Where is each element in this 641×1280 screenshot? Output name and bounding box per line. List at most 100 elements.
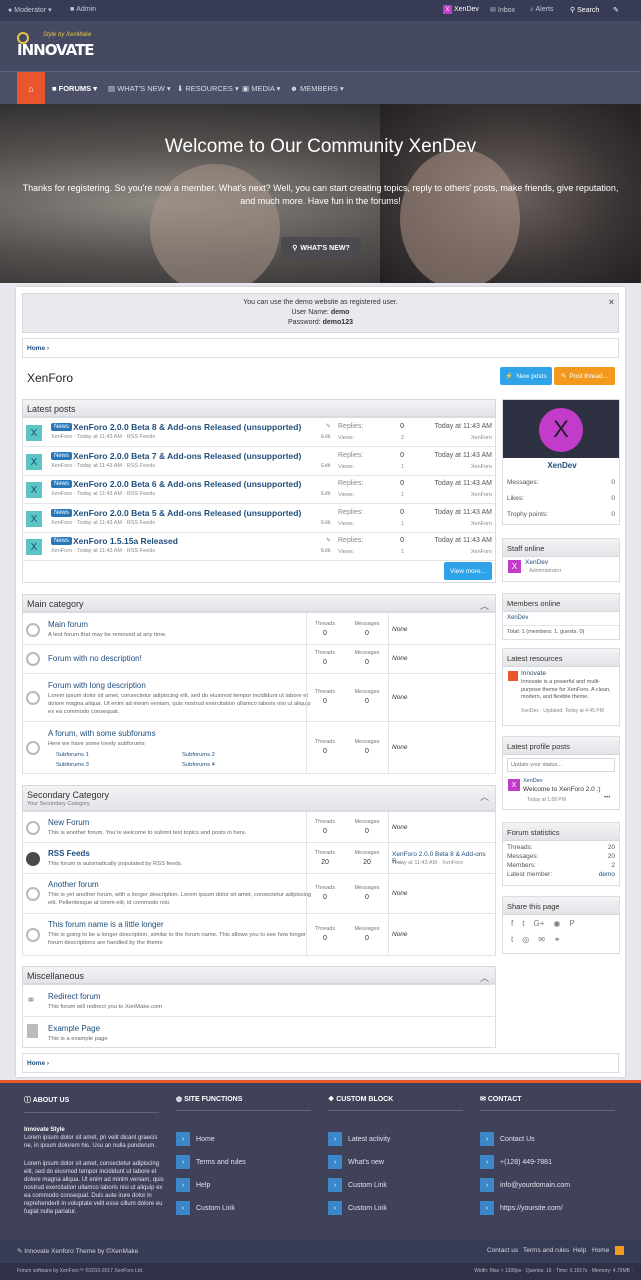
post-avatar[interactable]: X <box>26 482 42 498</box>
post-title[interactable]: XenForo 1.5.15a Released <box>73 536 178 546</box>
subforum-link[interactable]: Subforums 2 <box>182 752 215 758</box>
home-icon[interactable]: ⌂ <box>17 72 45 105</box>
footer-link[interactable]: › Custom Link <box>176 1201 235 1215</box>
latest-post-row[interactable]: X News XenForo 1.5.15a Released XenForo … <box>22 533 496 561</box>
subforum-link[interactable]: Subforums 3 <box>56 762 89 768</box>
post-title[interactable]: XenForo 2.0.0 Beta 5 & Add-ons Released … <box>73 508 301 518</box>
footer-link[interactable]: › Latest activity <box>328 1132 390 1146</box>
whats-new-button[interactable]: ⚲ WHAT'S NEW? <box>281 237 361 259</box>
edit-link[interactable]: Edit <box>321 463 330 469</box>
latest-post-row[interactable]: X News XenForo 2.0.0 Beta 8 & Add-ons Re… <box>22 419 496 447</box>
rss-icon[interactable] <box>615 1246 624 1255</box>
forum-name[interactable]: Main forum <box>48 620 88 629</box>
inbox-link[interactable]: ✉ Inbox <box>490 6 515 15</box>
latest-post-row[interactable]: X News XenForo 2.0.0 Beta 6 & Add-ons Re… <box>22 476 496 504</box>
forum-name[interactable]: Forum with no description! <box>48 654 142 663</box>
email-icon[interactable]: ✉ <box>538 935 545 944</box>
collapse-icon[interactable]: ︿ <box>480 790 489 803</box>
forum-row[interactable]: Forum with long description Lorem ipsum … <box>22 674 496 722</box>
post-avatar[interactable]: X <box>26 511 42 527</box>
user-menu[interactable]: X XenDev <box>443 5 479 14</box>
search-link[interactable]: ⚲ Search <box>570 6 599 15</box>
reddit-icon[interactable]: ◉ <box>553 919 560 928</box>
forum-row[interactable]: This forum name is a little longer This … <box>22 914 496 956</box>
main-category-header[interactable]: Main category ︿ <box>22 594 496 612</box>
footer-link[interactable]: › Custom Link <box>328 1178 387 1192</box>
post-thread-button[interactable]: ✎ Post thread... <box>554 367 615 385</box>
latest-post-row[interactable]: X News XenForo 2.0.0 Beta 5 & Add-ons Re… <box>22 505 496 533</box>
forum-row[interactable]: New Forum This is another forum. You're … <box>22 812 496 843</box>
profile-post-author[interactable]: XenDev <box>523 778 543 784</box>
online-member[interactable]: XenDev <box>507 615 528 621</box>
post-author[interactable]: XenForo <box>414 464 492 470</box>
footer-link[interactable]: › +(128) 449-7881 <box>480 1155 552 1169</box>
status-input[interactable] <box>507 758 615 772</box>
view-more-button[interactable]: View more... <box>444 562 492 580</box>
site-logo[interactable]: Style by XenMake INNOVATE <box>17 32 97 62</box>
forum-name[interactable]: This forum name is a little longer <box>48 920 164 929</box>
breadcrumb-home[interactable]: Home <box>27 345 45 352</box>
subforum-link[interactable]: Subforums 1 <box>56 752 89 758</box>
collapse-icon[interactable]: ︿ <box>480 599 489 612</box>
post-avatar[interactable]: X <box>26 454 42 470</box>
forum-name[interactable]: A forum, with some subforums <box>48 729 156 738</box>
collapse-icon[interactable]: ︿ <box>480 971 489 984</box>
edit-link[interactable]: Edit <box>321 491 330 497</box>
edit-link[interactable]: Edit <box>321 520 330 526</box>
moderator-menu[interactable]: ● Moderator ▾ <box>8 6 52 15</box>
forum-name[interactable]: Redirect forum <box>48 992 100 1001</box>
forum-name[interactable]: Forum with long description <box>48 681 146 690</box>
post-title[interactable]: XenForo 2.0.0 Beta 7 & Add-ons Released … <box>73 451 301 461</box>
staff-avatar[interactable]: X <box>508 560 521 573</box>
forum-name[interactable]: Another forum <box>48 880 99 889</box>
secondary-category-header[interactable]: Secondary Category Your Secondary Categor… <box>22 785 496 811</box>
forum-name[interactable]: RSS Feeds <box>48 849 90 858</box>
breadcrumb-home[interactable]: Home <box>27 1060 45 1067</box>
alerts-link[interactable]: ♪ Alerts <box>530 6 553 13</box>
post-author[interactable]: XenForo <box>414 435 492 441</box>
more-icon[interactable]: ••• <box>604 795 610 801</box>
footer-terms-link[interactable]: Terms and rules <box>523 1247 569 1254</box>
profile-post-avatar[interactable]: X <box>508 779 520 791</box>
admin-link[interactable]: ■ Admin <box>70 6 96 13</box>
forum-name[interactable]: Example Page <box>48 1024 100 1033</box>
new-posts-button[interactable]: ⚡ New posts <box>500 367 552 385</box>
twitter-icon[interactable]: t <box>522 919 524 928</box>
forum-row[interactable]: Main forum A test forum that may be remo… <box>22 613 496 645</box>
forum-row[interactable]: Forum with no description! Threads 0 Mes… <box>22 645 496 674</box>
edit-link[interactable]: Edit <box>321 548 330 554</box>
forum-row[interactable]: Example Page This is a example page <box>22 1017 496 1047</box>
footer-contact-link[interactable]: Contact us <box>487 1247 518 1254</box>
latest-post-row[interactable]: X News XenForo 2.0.0 Beta 7 & Add-ons Re… <box>22 448 496 476</box>
footer-link[interactable]: › info@yourdomain.com <box>480 1178 570 1192</box>
nav-members[interactable]: ☻ MEMBERS ▾ <box>290 84 344 93</box>
forum-row[interactable]: ⚭ Redirect forum This forum will redirec… <box>22 985 496 1017</box>
footer-link[interactable]: › Terms and rules <box>176 1155 246 1169</box>
footer-help-link[interactable]: Help <box>573 1247 586 1254</box>
post-title[interactable]: XenForo 2.0.0 Beta 6 & Add-ons Released … <box>73 479 301 489</box>
footer-link[interactable]: › Help <box>176 1178 210 1192</box>
nav-whats-new[interactable]: ▤ WHAT'S NEW ▾ <box>108 84 171 93</box>
post-author[interactable]: XenForo <box>414 521 492 527</box>
footer-link[interactable]: › Custom Link <box>328 1201 387 1215</box>
resource-title[interactable]: Innovate <box>521 670 546 677</box>
close-icon[interactable]: × <box>609 297 614 307</box>
post-author[interactable]: XenForo <box>414 492 492 498</box>
forum-name[interactable]: New Forum <box>48 818 89 827</box>
nav-resources[interactable]: ⬇ RESOURCES ▾ <box>177 84 239 93</box>
forum-row[interactable]: RSS Feeds This forum is automatically po… <box>22 843 496 874</box>
tumblr-icon[interactable]: t <box>511 935 513 944</box>
footer-link[interactable]: › Home <box>176 1132 215 1146</box>
profile-name[interactable]: XenDev <box>503 461 621 470</box>
footer-link[interactable]: › What's new <box>328 1155 384 1169</box>
post-title[interactable]: XenForo 2.0.0 Beta 8 & Add-ons Released … <box>73 422 301 432</box>
link-icon[interactable]: ⚭ <box>554 935 561 944</box>
whatsapp-icon[interactable]: ◎ <box>522 935 529 944</box>
google-plus-icon[interactable]: G+ <box>533 919 544 928</box>
nav-media[interactable]: ▣ MEDIA ▾ <box>242 84 280 93</box>
facebook-icon[interactable]: f <box>511 919 513 928</box>
pinterest-icon[interactable]: P <box>569 919 574 928</box>
post-avatar[interactable]: X <box>26 425 42 441</box>
edit-link[interactable]: Edit <box>321 434 330 440</box>
staff-name[interactable]: XenDev <box>525 559 548 566</box>
